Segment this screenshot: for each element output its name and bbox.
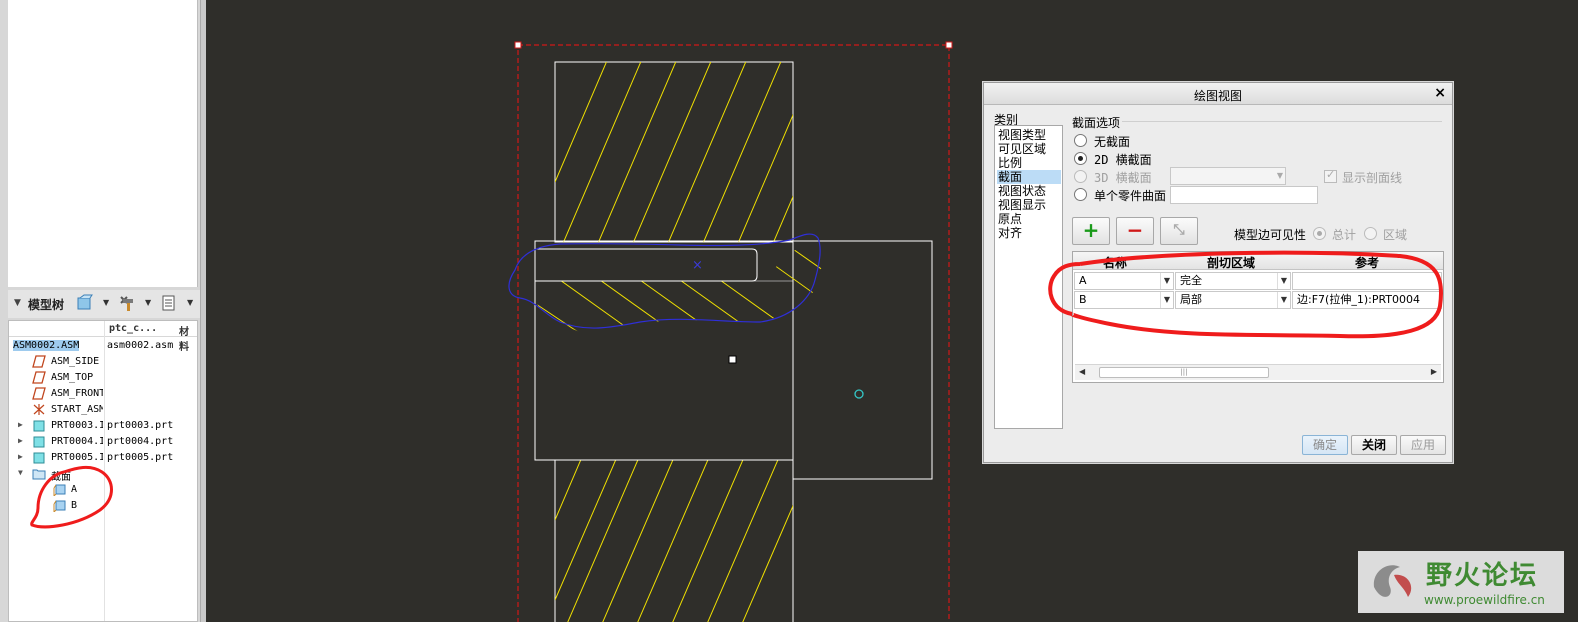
radio-2d-section-label: 2D 横截面 <box>1094 153 1152 167</box>
datum-plane-icon <box>32 387 46 400</box>
scroll-right-icon[interactable]: ▶ <box>1431 367 1437 376</box>
selection-handle[interactable] <box>728 355 737 364</box>
datum-plane-icon <box>32 355 46 368</box>
category-item[interactable]: 对齐 <box>997 226 1061 240</box>
close-icon[interactable]: × <box>1434 85 1446 101</box>
close-button[interactable]: 关闭 <box>1351 435 1397 455</box>
part-icon <box>33 420 45 432</box>
section-options-label: 截面选项 <box>1072 116 1121 130</box>
watermark-title: 野火论坛 <box>1426 561 1539 591</box>
tree-item-name: ASM_FRONT <box>51 388 103 399</box>
radio-no-section[interactable] <box>1074 134 1087 147</box>
datum-point-marker <box>854 389 864 399</box>
hatch-top <box>555 62 793 242</box>
radio-vis-total[interactable] <box>1313 227 1326 240</box>
flip-section-button[interactable]: ⤡ <box>1160 217 1198 245</box>
tree-item-name: ASM0002.ASM <box>13 340 80 351</box>
radio-single-surface-label: 单个零件曲面 <box>1094 189 1167 203</box>
part-outline-middle <box>534 240 794 461</box>
tree-row[interactable]: ASM_SIDE <box>9 354 197 370</box>
tree-item-name: PRT0004.I <box>51 436 103 447</box>
dialog-title-bar[interactable]: 绘图视图 × <box>984 83 1452 105</box>
tree-item-name: PRT0003.I <box>51 420 103 431</box>
radio-3d-section[interactable] <box>1074 170 1087 183</box>
model-tree-toolbar: ▼ 模型树 ▼ ▼ ▼ <box>8 290 200 318</box>
annotation-circle-table <box>1048 250 1444 339</box>
show-hatch-checkbox[interactable] <box>1324 168 1337 183</box>
scrollbar-thumb[interactable]: ||| <box>1099 367 1269 378</box>
settings-tools-icon[interactable] <box>118 294 136 312</box>
sketch-point-x-icon: × <box>692 258 703 273</box>
part-icon <box>33 436 45 448</box>
datum-plane-icon <box>32 371 46 384</box>
expand-arrow-icon[interactable]: ▶ <box>18 436 23 445</box>
tree-column-header[interactable]: ptc_c... <box>109 323 157 334</box>
navigator-area <box>8 0 198 287</box>
hatch-middle <box>535 240 825 332</box>
tree-row[interactable]: START_ASM <box>9 402 197 418</box>
tree-item-file: prt0004.prt <box>107 436 174 447</box>
tree-item-name: START_ASM <box>51 404 103 415</box>
radio-3d-section-label: 3D 横截面 <box>1094 171 1152 185</box>
edge-visibility-label: 模型边可见性 <box>1234 228 1307 242</box>
apply-button[interactable]: 应用 <box>1400 435 1446 455</box>
tree-row[interactable]: ASM_FRONT <box>9 386 197 402</box>
dialog-title: 绘图视图 <box>1193 89 1242 103</box>
radio-vis-area[interactable] <box>1364 227 1377 240</box>
tree-item-file: asm0002.asm <box>107 340 174 351</box>
scroll-left-icon[interactable]: ◀ <box>1079 367 1085 376</box>
tree-root-row[interactable]: ASM0002.ASM asm0002.asm <box>9 338 197 354</box>
category-item-selected[interactable]: 截面 <box>997 170 1061 184</box>
horizontal-scrollbar[interactable]: ◀ ||| ▶ <box>1075 364 1441 380</box>
tree-header: ptc_c... 材料 <box>9 321 197 353</box>
settings-dropdown-icon[interactable]: ▼ <box>145 298 151 307</box>
show-icon[interactable] <box>76 294 94 312</box>
columns-dropdown-icon[interactable]: ▼ <box>187 298 193 307</box>
key-slot-outline <box>535 248 758 282</box>
part-outline-bottom <box>554 459 794 622</box>
collapse-triangle-icon[interactable]: ▼ <box>14 298 21 308</box>
tree-item-name: ASM_TOP <box>51 372 94 383</box>
radio-vis-area-label: 区域 <box>1383 228 1408 242</box>
category-item[interactable]: 原点 <box>997 212 1061 226</box>
radio-no-section-label: 无截面 <box>1094 135 1131 149</box>
category-item[interactable]: 视图类型 <box>997 128 1061 142</box>
category-item[interactable]: 视图状态 <box>997 184 1061 198</box>
category-item[interactable]: 视图显示 <box>997 198 1061 212</box>
radio-2d-section[interactable] <box>1074 152 1087 165</box>
forum-logo-icon <box>1373 565 1412 597</box>
annotation-circle-tree <box>30 465 113 529</box>
tree-row[interactable]: ▶ PRT0003.I prt0003.prt <box>9 418 197 434</box>
chevron-down-icon: ▼ <box>1276 171 1283 180</box>
part-outline-top <box>554 61 794 243</box>
expand-arrow-icon[interactable]: ▶ <box>18 420 23 429</box>
model-tree-title: 模型树 <box>28 298 65 312</box>
surface-input[interactable] <box>1170 186 1318 204</box>
tree-row[interactable]: ▶ PRT0004.I prt0004.prt <box>9 434 197 450</box>
show-hatch-label: 显示剖面线 <box>1342 171 1403 185</box>
3d-section-select[interactable]: ▼ <box>1170 167 1286 185</box>
tree-row[interactable]: ASM_TOP <box>9 370 197 386</box>
frame-handle[interactable] <box>514 41 522 49</box>
show-dropdown-icon[interactable]: ▼ <box>103 298 109 307</box>
frame-handle[interactable] <box>945 41 953 49</box>
remove-section-button[interactable]: − <box>1116 217 1154 245</box>
tree-item-file: prt0003.prt <box>107 420 174 431</box>
tree-item-name: ASM_SIDE <box>51 356 100 367</box>
category-item[interactable]: 可见区域 <box>997 142 1061 156</box>
group-divider <box>1122 121 1442 122</box>
forum-watermark: 野火论坛 www.proewildfire.cn <box>1358 551 1564 613</box>
add-section-button[interactable]: + <box>1072 217 1110 245</box>
watermark-url: www.proewildfire.cn <box>1424 593 1545 607</box>
ok-button[interactable]: 确定 <box>1302 435 1348 455</box>
category-item[interactable]: 比例 <box>997 156 1061 170</box>
hatch-bottom <box>555 460 793 622</box>
csys-icon <box>33 404 45 415</box>
part-outline-right <box>792 240 933 480</box>
tree-columns-icon[interactable] <box>160 294 178 312</box>
radio-vis-total-label: 总计 <box>1332 228 1357 242</box>
radio-single-surface[interactable] <box>1074 188 1087 201</box>
